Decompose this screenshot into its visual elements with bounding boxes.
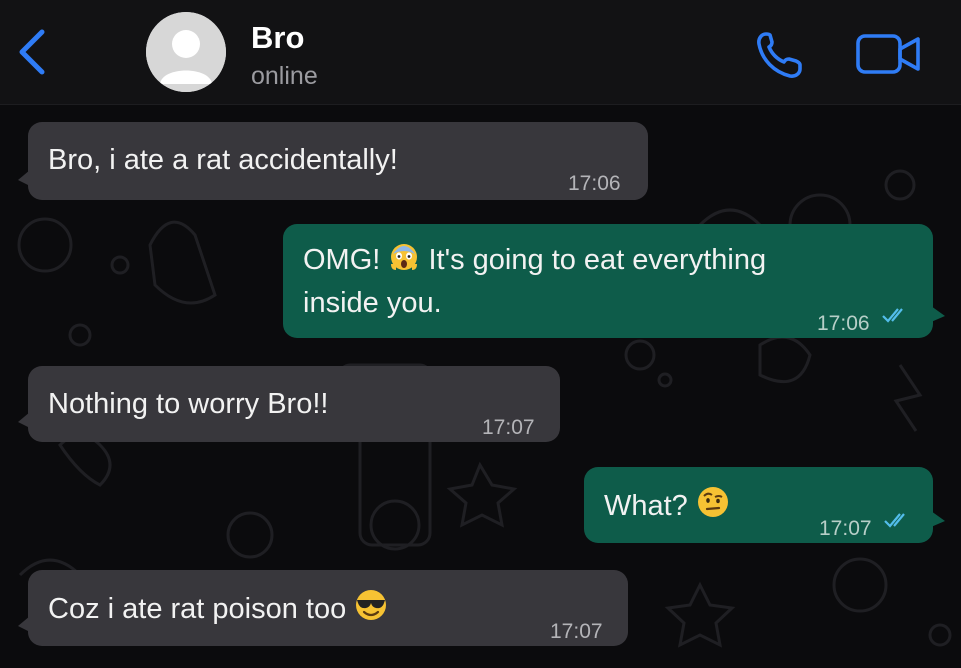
message-bubble-incoming[interactable]: Bro, i ate a rat accidentally! 17:06	[18, 122, 648, 200]
message-timestamp: 17:07	[482, 416, 535, 439]
message-text: What?	[604, 485, 730, 530]
bubble-tail	[931, 306, 945, 322]
voice-call-button[interactable]	[752, 28, 808, 82]
screaming-face-emoji	[388, 240, 420, 283]
bubble-tail	[18, 616, 30, 632]
message-text: Coz i ate rat poison too	[48, 588, 388, 633]
video-call-button[interactable]	[855, 32, 923, 76]
message-timestamp: 17:07	[819, 517, 872, 540]
bubble-tail	[18, 170, 30, 186]
chat-header: Bro online	[0, 0, 961, 105]
face-with-raised-eyebrow-emoji	[696, 485, 730, 530]
read-receipt-icon	[884, 513, 905, 528]
bubble-tail	[931, 511, 945, 527]
message-bubble-outgoing[interactable]: What? 17:07	[584, 467, 945, 543]
video-camera-icon	[856, 34, 920, 74]
message-text: Nothing to worry Bro!!	[48, 388, 329, 420]
chevron-left-icon	[19, 29, 45, 75]
message-text-part: Coz i ate rat poison too	[48, 593, 347, 626]
message-text: OMG! It's going to eat everything inside…	[303, 240, 766, 323]
message-text-part: What?	[604, 490, 688, 523]
message-bubble-incoming[interactable]: Coz i ate rat poison too 17:07	[18, 570, 628, 646]
smiling-face-with-sunglasses-emoji	[354, 588, 388, 633]
message-text-part: inside you.	[303, 287, 442, 319]
message-text-part: It's going to eat everything	[428, 244, 767, 277]
contact-name[interactable]: Bro	[251, 20, 304, 56]
message-timestamp: 17:06	[817, 312, 870, 335]
message-timestamp: 17:07	[550, 620, 603, 643]
bubble-tail	[18, 412, 30, 428]
message-bubble-outgoing[interactable]: OMG! It's going to eat everything inside…	[283, 224, 945, 338]
read-receipt-icon	[882, 308, 903, 323]
contact-status: online	[251, 62, 318, 90]
message-text: Bro, i ate a rat accidentally!	[48, 144, 398, 176]
message-timestamp: 17:06	[568, 172, 621, 195]
message-bubble-incoming[interactable]: Nothing to worry Bro!! 17:07	[18, 366, 560, 442]
phone-icon	[757, 32, 802, 78]
message-text-part: OMG!	[303, 244, 381, 277]
person-icon	[146, 12, 226, 92]
back-button[interactable]	[12, 26, 52, 78]
avatar[interactable]	[146, 12, 226, 92]
